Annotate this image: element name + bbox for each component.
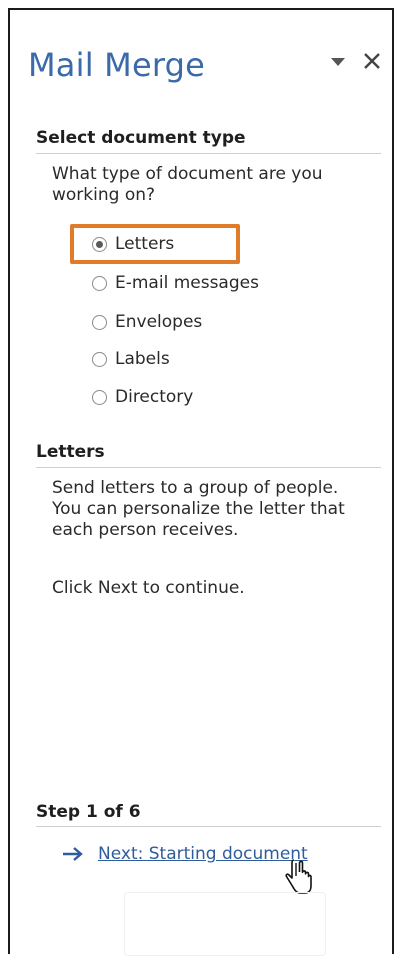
section-divider: [36, 467, 381, 468]
radio-label: Letters: [115, 234, 175, 254]
pane-menu-icon[interactable]: [331, 58, 345, 68]
radio-option-directory[interactable]: Directory: [92, 384, 193, 410]
document-type-question: What type of document are you working on…: [52, 164, 323, 205]
radio-button[interactable]: [92, 314, 107, 330]
continue-hint: Click Next to continue.: [52, 578, 245, 598]
radio-option-letters[interactable]: Letters: [92, 231, 174, 257]
next-link-label[interactable]: Next: Starting document: [98, 844, 308, 864]
radio-label: Directory: [115, 387, 194, 407]
radio-option-envelopes[interactable]: Envelopes: [92, 309, 202, 335]
step-indicator: Step 1 of 6: [36, 802, 141, 822]
radio-button[interactable]: [92, 275, 107, 291]
radio-button[interactable]: [92, 351, 107, 367]
radio-button[interactable]: [92, 389, 107, 405]
radio-label: E-mail messages: [115, 273, 259, 293]
radio-button[interactable]: [92, 236, 107, 252]
section-divider: [36, 826, 381, 827]
hand-pointer-icon: [285, 859, 312, 894]
next-starting-document-link[interactable]: Next: Starting document: [62, 844, 308, 864]
faded-box: [124, 892, 326, 956]
radio-label: Labels: [115, 349, 170, 369]
letters-description: Send letters to a group of people. You c…: [52, 478, 345, 540]
section-divider: [36, 153, 381, 154]
close-icon[interactable]: [361, 50, 383, 72]
radio-option-labels[interactable]: Labels: [92, 346, 170, 372]
arrow-right-icon: [63, 847, 83, 861]
radio-label: Envelopes: [115, 312, 203, 332]
letters-heading: Letters: [36, 442, 105, 462]
pane-title: Mail Merge: [28, 46, 206, 84]
radio-option-email-messages[interactable]: E-mail messages: [92, 270, 259, 296]
select-document-type-heading: Select document type: [36, 128, 246, 148]
